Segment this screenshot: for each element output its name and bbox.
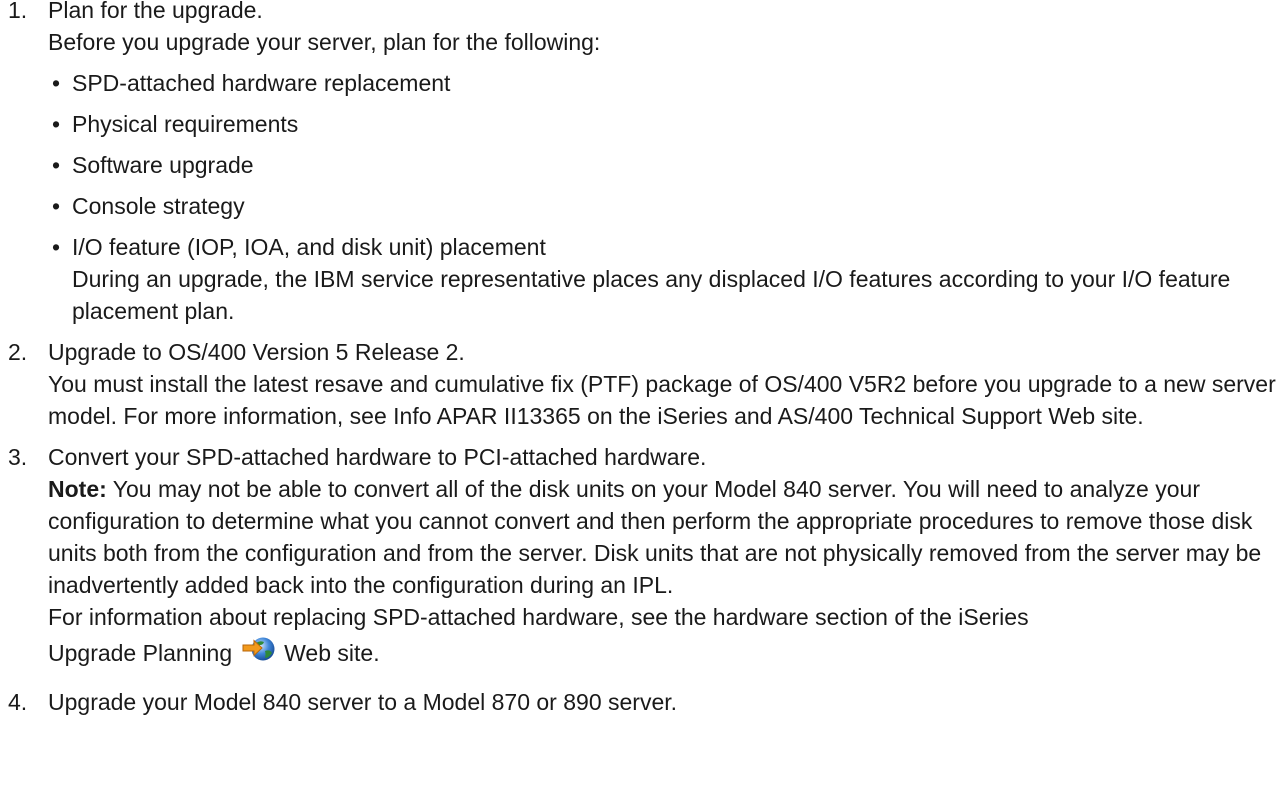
step-title: Upgrade to OS/400 Version 5 Release 2. (48, 339, 465, 365)
plan-list: • SPD-attached hardware replacement • Phys… (48, 67, 1282, 327)
step-3: 3. Convert your SPD-attached hardware to… (0, 441, 1282, 677)
step-4: 4. Upgrade your Model 840 server to a Mo… (0, 686, 1282, 718)
list-item-detail: During an upgrade, the IBM service repre… (72, 266, 1231, 324)
step-1: 1. Plan for the upgrade. Before you upgr… (0, 0, 1282, 327)
upgrade-planning-line: Upgrade Planning Web site. (48, 631, 1282, 677)
step-title: Plan for the upgrade. (48, 0, 263, 23)
list-item-text: Console strategy (72, 193, 245, 219)
bullet-icon: • (52, 111, 61, 137)
list-item: • Physical requirements (48, 108, 1282, 140)
external-link-globe-icon[interactable] (242, 633, 276, 677)
list-item: • Software upgrade (48, 149, 1282, 181)
document-body: 1. Plan for the upgrade. Before you upgr… (0, 0, 1282, 727)
bullet-icon: • (52, 70, 61, 96)
list-item: • SPD-attached hardware replacement (48, 67, 1282, 99)
info-text: For information about replacing SPD-atta… (48, 604, 1029, 630)
list-item-text: I/O feature (IOP, IOA, and disk unit) pl… (72, 234, 546, 260)
bullet-icon: • (52, 152, 61, 178)
note-label: Note: (48, 476, 107, 502)
upgrade-planning-link[interactable]: Upgrade Planning (48, 640, 232, 666)
note-paragraph: Note: You may not be able to convert all… (48, 473, 1282, 601)
note-text: You may not be able to convert all of th… (48, 476, 1262, 598)
list-item-text: Physical requirements (72, 111, 299, 137)
step-number: 2. (8, 339, 28, 365)
step-number: 1. (8, 0, 28, 23)
link-suffix: Web site. (284, 640, 380, 666)
list-item: • I/O feature (IOP, IOA, and disk unit) p… (48, 231, 1282, 327)
step-2: 2. Upgrade to OS/400 Version 5 Release 2… (0, 336, 1282, 432)
bullet-icon: • (52, 234, 61, 260)
step-number: 3. (8, 444, 28, 470)
list-item-text: SPD-attached hardware replacement (72, 70, 451, 96)
list-item-text: Software upgrade (72, 152, 254, 178)
step-number: 4. (8, 689, 28, 715)
bullet-icon: • (52, 193, 61, 219)
step-body: You must install the latest resave and c… (48, 371, 1276, 429)
list-item: • Console strategy (48, 190, 1282, 222)
step-title: Upgrade your Model 840 server to a Model… (48, 689, 678, 715)
step-intro: Before you upgrade your server, plan for… (48, 29, 601, 55)
step-title: Convert your SPD-attached hardware to PC… (48, 444, 707, 470)
